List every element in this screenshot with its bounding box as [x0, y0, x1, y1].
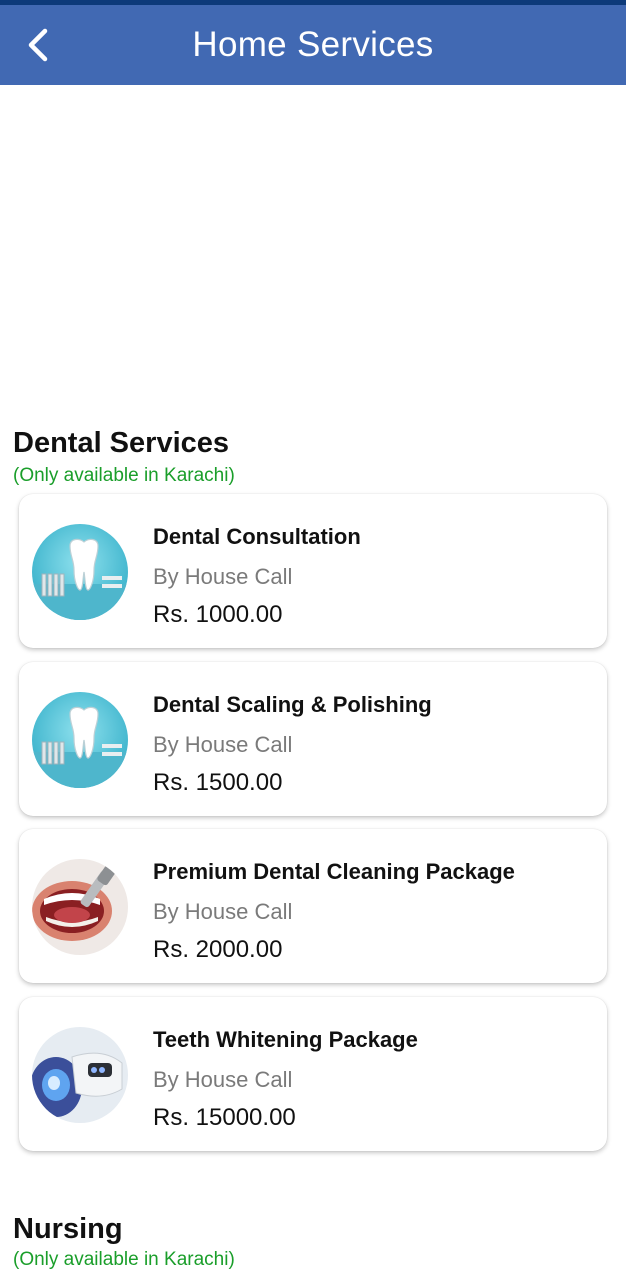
banner-area [0, 85, 626, 415]
service-card-teeth-whitening[interactable]: Teeth Whitening Package By House Call Rs… [19, 997, 607, 1151]
service-type: By House Call [153, 732, 293, 757]
service-price: Rs. 15000.00 [153, 1104, 296, 1131]
teeth-whitening-icon [32, 1027, 128, 1123]
service-price: Rs. 1000.00 [153, 601, 283, 628]
section-title-nursing: Nursing [13, 1213, 123, 1245]
service-type: By House Call [153, 899, 293, 924]
page-title: Home Services [192, 25, 434, 64]
service-name: Teeth Whitening Package [153, 1027, 418, 1052]
tooth-icon [32, 692, 128, 788]
service-type: By House Call [153, 1067, 293, 1092]
service-card-dental-consultation[interactable]: Dental Consultation By House Call Rs. 10… [19, 494, 607, 648]
service-name: Premium Dental Cleaning Package [153, 859, 515, 884]
service-price: Rs. 1500.00 [153, 769, 283, 796]
section-subtitle-nursing: (Only available in Karachi) [13, 1249, 235, 1270]
section-title-dental: Dental Services [13, 427, 230, 459]
service-card-dental-scaling[interactable]: Dental Scaling & Polishing By House Call… [19, 662, 607, 816]
section-subtitle-dental: (Only available in Karachi) [13, 465, 235, 486]
service-name: Dental Scaling & Polishing [153, 692, 432, 717]
app-bar: Home Services [0, 5, 626, 85]
tooth-icon [32, 524, 128, 620]
service-card-premium-cleaning[interactable]: Premium Dental Cleaning Package By House… [19, 829, 607, 983]
chevron-left-icon [28, 28, 48, 62]
mouth-cleaning-icon [32, 859, 128, 955]
service-type: By House Call [153, 564, 293, 589]
service-price: Rs. 2000.00 [153, 936, 283, 963]
service-name: Dental Consultation [153, 524, 361, 549]
back-button[interactable] [18, 23, 58, 67]
